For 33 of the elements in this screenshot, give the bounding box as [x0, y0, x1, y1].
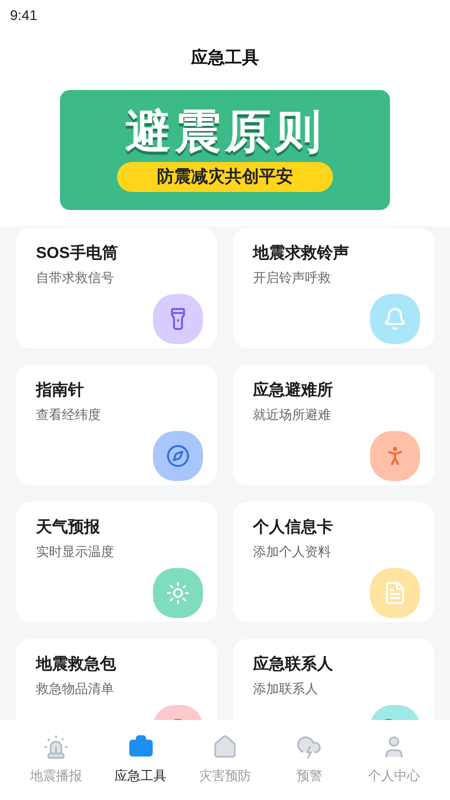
tool-subtitle: 自带求救信号 [36, 269, 115, 287]
tool-card[interactable]: 地震求救铃声 开启铃声呼救 [233, 228, 434, 348]
banner[interactable]: 避震原则 防震减灾共创平安 [60, 90, 390, 210]
tool-subtitle: 添加联系人 [253, 680, 319, 698]
tool-subtitle: 查看经纬度 [36, 406, 102, 424]
tool-subtitle: 救急物品清单 [36, 680, 115, 698]
tool-subtitle: 就近场所避难 [253, 406, 332, 424]
tab-bar-item[interactable]: 应急工具 [104, 734, 177, 786]
tool-title: 应急避难所 [253, 380, 334, 401]
tool-card[interactable]: 应急避难所 就近场所避难 [233, 365, 434, 485]
tool-title: 地震求救铃声 [253, 244, 350, 264]
banner-title: 避震原则 [125, 108, 325, 154]
status-time: 9:41 [10, 6, 38, 25]
tool-title: 个人信息卡 [253, 518, 334, 538]
page-title: 应急工具 [191, 47, 259, 70]
tool-subtitle: 开启铃声呼救 [253, 269, 332, 287]
banner-slogan: 防震减灾共创平安 [117, 162, 333, 192]
tool-card[interactable]: 指南针 查看经纬度 [16, 365, 217, 485]
tool-title: 天气预报 [36, 518, 101, 538]
storm-icon [296, 734, 322, 760]
tool-card[interactable]: 个人信息卡 添加个人资料 [233, 502, 434, 622]
tool-card[interactable]: SOS手电筒 自带求救信号 [16, 228, 217, 348]
tool-card[interactable]: 应急联系人 添加联系人 [233, 639, 434, 720]
siren-icon [43, 734, 70, 760]
tool-subtitle: 添加个人资料 [253, 543, 332, 561]
tool-title: 指南针 [36, 380, 85, 401]
tool-subtitle: 实时显示温度 [36, 543, 115, 561]
tool-title: SOS手电筒 [36, 243, 119, 264]
house-icon [212, 734, 238, 760]
tool-title: 应急联系人 [253, 654, 334, 675]
tool-card[interactable]: 地震救急包 救急物品清单 [16, 639, 217, 720]
tool-card[interactable]: 天气预报 实时显示温度 [16, 502, 217, 622]
tool-title: 地震救急包 [36, 654, 117, 675]
